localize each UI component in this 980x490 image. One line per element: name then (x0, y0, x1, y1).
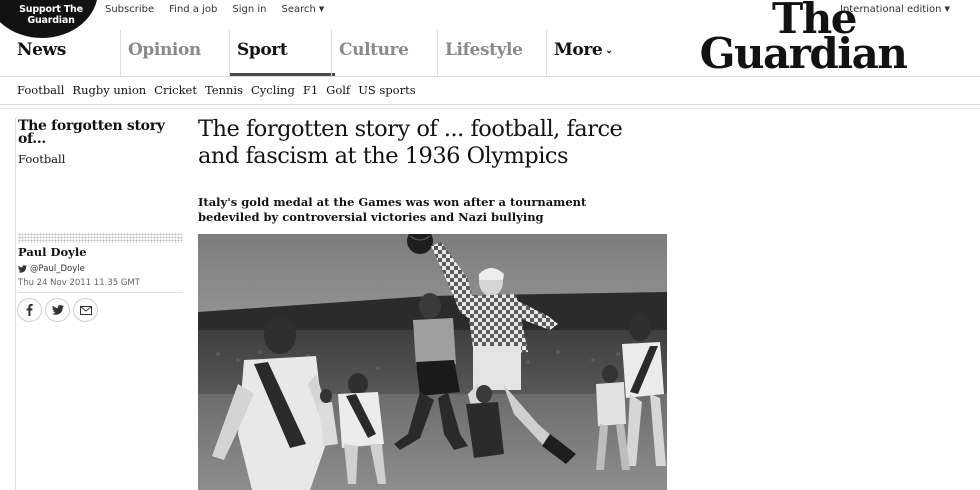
twitter-icon (51, 305, 64, 315)
find-a-job-link[interactable]: Find a job (169, 4, 217, 15)
pillar-label: News (17, 40, 66, 60)
pillar-label: Opinion (128, 40, 201, 60)
series-title[interactable]: The forgotten story of... (18, 119, 183, 146)
share-twitter-button[interactable] (45, 298, 70, 322)
guardian-logo[interactable]: The Guardian (688, 0, 918, 78)
article-headline: The forgotten story of ... football, far… (198, 116, 623, 169)
subnav-cricket[interactable]: Cricket (154, 83, 197, 97)
chevron-down-icon: ▼ (318, 5, 325, 13)
sign-in-link[interactable]: Sign in (232, 4, 266, 15)
chevron-down-icon: ▼ (944, 5, 950, 13)
divider (0, 108, 980, 109)
twitter-icon (18, 265, 27, 273)
subnav-football[interactable]: Football (17, 83, 64, 97)
pillar-opinion[interactable]: Opinion (120, 30, 228, 76)
section-tag[interactable]: Football (18, 152, 65, 166)
pillar-label: Sport (237, 40, 288, 60)
logo-line-2: Guardian (699, 29, 908, 78)
search-label: Search (281, 4, 316, 15)
share-email-button[interactable] (73, 298, 98, 322)
pillar-news[interactable]: News (17, 30, 66, 76)
share-buttons (17, 298, 98, 322)
share-facebook-button[interactable] (17, 298, 42, 322)
email-icon (79, 305, 92, 315)
sport-subnav: Football Rugby union Cricket Tennis Cycl… (17, 83, 416, 97)
divider (0, 104, 980, 105)
subnav-tennis[interactable]: Tennis (205, 83, 243, 97)
top-links: Subscribe Find a job Sign in Search ▼ (105, 4, 324, 15)
football-match-photo (198, 234, 667, 490)
search-dropdown[interactable]: Search ▼ (281, 4, 324, 15)
author-twitter-link[interactable]: @Paul_Doyle (18, 264, 85, 274)
divider (0, 76, 980, 77)
publish-date: Thu 24 Nov 2011 11.35 GMT (18, 278, 140, 288)
author-name[interactable]: Paul Doyle (18, 245, 87, 259)
article-main-image (198, 234, 667, 490)
subnav-f1[interactable]: F1 (303, 83, 318, 97)
pillar-culture[interactable]: Culture (331, 30, 437, 76)
pillar-label: Lifestyle (445, 40, 523, 60)
pillar-nav: News Opinion Sport Culture Lifestyle Mor… (0, 30, 680, 76)
dotted-divider (18, 233, 183, 243)
subnav-cycling[interactable]: Cycling (251, 83, 295, 97)
subnav-rugby-union[interactable]: Rugby union (72, 83, 146, 97)
support-label: Support The Guardian (19, 4, 83, 26)
pillar-lifestyle[interactable]: Lifestyle (437, 30, 545, 76)
subnav-us-sports[interactable]: US sports (358, 83, 415, 97)
pillar-label: More (554, 40, 603, 60)
pillar-more[interactable]: More ⌄ (546, 30, 613, 76)
article-standfirst: Italy's gold medal at the Games was won … (198, 195, 587, 224)
subscribe-link[interactable]: Subscribe (105, 4, 154, 15)
pillar-sport[interactable]: Sport (229, 30, 335, 76)
facebook-icon (26, 304, 33, 316)
column-divider (15, 118, 16, 490)
chevron-down-icon: ⌄ (605, 46, 613, 56)
subnav-golf[interactable]: Golf (326, 83, 350, 97)
twitter-handle: @Paul_Doyle (30, 264, 85, 274)
pillar-label: Culture (339, 40, 409, 60)
divider (18, 292, 183, 293)
